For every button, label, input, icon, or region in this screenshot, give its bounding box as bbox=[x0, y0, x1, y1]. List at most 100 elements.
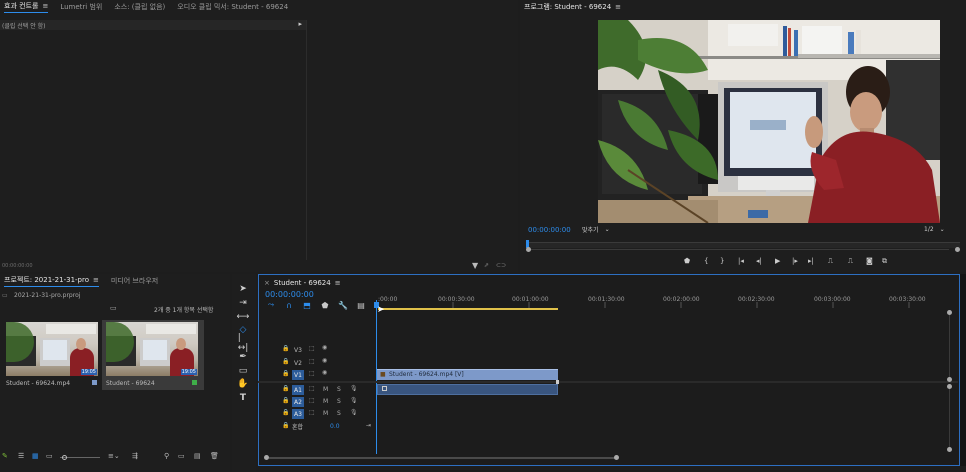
search-icon[interactable]: ⚲ bbox=[164, 452, 169, 460]
sync-lock-icon[interactable]: ⬚ bbox=[309, 345, 315, 352]
sync-lock-icon[interactable]: ⬚ bbox=[309, 397, 315, 404]
panel-menu-icon[interactable]: ≡ bbox=[335, 279, 341, 287]
track-a1-label[interactable]: A1 bbox=[292, 385, 304, 395]
track-a3-label[interactable]: A3 bbox=[292, 409, 304, 419]
freeform-view-icon[interactable]: ▭ bbox=[46, 452, 53, 460]
panel-menu-icon[interactable]: ≡ bbox=[615, 3, 621, 11]
lift-icon[interactable]: ⎍ bbox=[828, 257, 833, 266]
scroll-handle[interactable] bbox=[947, 310, 952, 315]
new-item-icon[interactable]: ▤ bbox=[194, 452, 201, 460]
track-v2-label[interactable]: V2 bbox=[292, 358, 304, 368]
program-timecode[interactable]: 00:00:00:00 bbox=[528, 226, 571, 234]
sort-icon[interactable]: ≡⌄ bbox=[108, 452, 120, 460]
lock-icon[interactable]: 🔒 bbox=[282, 422, 289, 429]
mute-button[interactable]: M bbox=[323, 398, 328, 405]
step-back-icon[interactable]: ◂| bbox=[756, 257, 762, 265]
sync-lock-icon[interactable]: ⬚ bbox=[309, 385, 315, 392]
play-icon[interactable]: ▶ bbox=[775, 257, 780, 265]
add-marker-icon[interactable]: ⬟ bbox=[684, 257, 690, 265]
scroll-handle[interactable] bbox=[947, 447, 952, 452]
mark-in-icon[interactable]: { bbox=[704, 257, 708, 265]
solo-button[interactable]: S bbox=[337, 410, 341, 417]
go-to-out-icon[interactable]: ▸| bbox=[808, 257, 814, 265]
go-to-in-icon[interactable]: |◂ bbox=[738, 257, 744, 265]
lock-icon[interactable]: 🔒 bbox=[282, 345, 289, 352]
project-item-name-2[interactable]: Student - 69624 bbox=[106, 380, 155, 387]
microphone-icon[interactable]: 🎙 bbox=[350, 397, 358, 404]
tab-audio-clip-mixer[interactable]: 오디오 클립 믹서: Student - 69624 bbox=[177, 2, 288, 12]
video-clip[interactable]: ■ Student - 69624.mp4 [V] bbox=[377, 369, 558, 380]
timeline-horizontal-scrollbar[interactable] bbox=[264, 455, 950, 460]
scroll-handle-right[interactable] bbox=[955, 247, 960, 252]
step-forward-icon[interactable]: |▸ bbox=[792, 257, 798, 265]
sync-lock-icon[interactable]: ⬚ bbox=[309, 409, 315, 416]
add-marker-icon[interactable]: ⬟ bbox=[320, 300, 330, 310]
panel-menu-icon[interactable]: ≡ bbox=[93, 276, 99, 284]
item-label-color[interactable] bbox=[92, 380, 97, 385]
audio-track-scrollbar[interactable] bbox=[947, 384, 952, 452]
item-label-color[interactable] bbox=[192, 380, 197, 385]
bin-icon[interactable]: ▭ bbox=[110, 304, 117, 312]
rectangle-tool-icon[interactable]: ▭ bbox=[238, 366, 248, 376]
track-v1-label[interactable]: V1 bbox=[292, 370, 304, 380]
program-scroll[interactable] bbox=[526, 247, 960, 252]
selection-tool-icon[interactable]: ➤ bbox=[238, 284, 248, 294]
tab-effect-controls[interactable]: 효과 컨트롤 ≡ bbox=[4, 1, 49, 13]
pen-tool-icon[interactable]: ✒ bbox=[238, 352, 248, 362]
eye-icon[interactable]: ◉ bbox=[322, 357, 327, 364]
linked-selection-icon[interactable]: ⬒ bbox=[302, 300, 312, 310]
lock-icon[interactable]: 🔒 bbox=[282, 385, 289, 392]
insert-nest-icon[interactable]: ⤳ bbox=[266, 300, 276, 310]
tab-program[interactable]: 프로그램: Student - 69624 ≡ bbox=[524, 2, 621, 13]
scroll-handle-right[interactable] bbox=[614, 455, 619, 460]
settings-icon[interactable]: ⊂⊃ bbox=[496, 262, 506, 269]
mark-out-icon[interactable]: } bbox=[720, 257, 724, 265]
video-track-scrollbar[interactable] bbox=[947, 310, 952, 382]
mute-button[interactable]: M bbox=[323, 386, 328, 393]
lock-icon[interactable]: 🔒 bbox=[282, 397, 289, 404]
panel-menu-icon[interactable]: ≡ bbox=[42, 2, 48, 10]
eye-icon[interactable]: ◉ bbox=[322, 369, 327, 376]
ripple-edit-tool-icon[interactable]: ⟷ bbox=[237, 312, 250, 322]
microphone-icon[interactable]: 🎙 bbox=[350, 409, 358, 416]
slip-tool-icon[interactable]: |↔| bbox=[238, 333, 249, 353]
filter-icon[interactable]: ▼ bbox=[472, 261, 478, 270]
tab-lumetri-scopes[interactable]: Lumetri 범위 bbox=[60, 2, 102, 12]
wrench-icon[interactable]: 🔧 bbox=[338, 300, 348, 310]
zoom-slider[interactable] bbox=[60, 455, 100, 460]
camera-icon[interactable]: ◙ bbox=[866, 257, 873, 265]
track-v3-label[interactable]: V3 bbox=[292, 345, 304, 355]
quality-dropdown[interactable]: 1/2 ⌄ bbox=[924, 226, 950, 236]
tab-source[interactable]: 소스: (클립 없음) bbox=[114, 2, 165, 12]
scroll-handle[interactable] bbox=[947, 377, 952, 382]
trash-icon[interactable]: 🗑 bbox=[210, 452, 219, 460]
scroll-handle[interactable] bbox=[947, 384, 952, 389]
export-icon[interactable]: ⇗ bbox=[484, 262, 489, 269]
pencil-icon[interactable]: ✎ bbox=[2, 452, 8, 460]
program-video-frame[interactable] bbox=[598, 20, 940, 223]
automate-icon[interactable]: ⇶ bbox=[132, 452, 138, 460]
timeline-timecode[interactable]: 00:00:00:00 bbox=[265, 290, 314, 299]
comparison-view-icon[interactable]: ⧉ bbox=[882, 257, 887, 266]
type-tool-icon[interactable]: T bbox=[238, 393, 248, 403]
track-select-tool-icon[interactable]: ⇥ bbox=[238, 298, 248, 308]
tab-media-browser[interactable]: 미디어 브라우저 bbox=[111, 276, 158, 286]
solo-button[interactable]: S bbox=[337, 398, 341, 405]
lock-icon[interactable]: 🔒 bbox=[282, 370, 289, 377]
close-icon[interactable]: × bbox=[264, 279, 270, 287]
lock-icon[interactable]: 🔒 bbox=[282, 358, 289, 365]
new-bin-icon[interactable]: ▭ bbox=[178, 452, 185, 460]
fit-dropdown[interactable]: 맞추기 ⌄ bbox=[582, 224, 624, 234]
microphone-icon[interactable]: 🎙 bbox=[350, 385, 358, 392]
project-item-thumb-1[interactable]: 19:05 bbox=[6, 322, 98, 376]
icon-view-icon[interactable]: ▦ bbox=[32, 452, 39, 460]
extract-icon[interactable]: ⎍ bbox=[848, 257, 853, 266]
audio-clip[interactable] bbox=[377, 384, 558, 395]
sync-lock-icon[interactable]: ⬚ bbox=[309, 370, 315, 377]
work-area-bar[interactable] bbox=[378, 308, 558, 310]
zoom-slider-handle[interactable] bbox=[62, 455, 67, 460]
mix-value[interactable]: 0.0 bbox=[330, 423, 340, 430]
sync-lock-icon[interactable]: ⬚ bbox=[309, 358, 315, 365]
tab-timeline-sequence[interactable]: Student - 69624 ≡ bbox=[274, 279, 341, 288]
snap-icon[interactable]: ∩ bbox=[284, 300, 294, 310]
